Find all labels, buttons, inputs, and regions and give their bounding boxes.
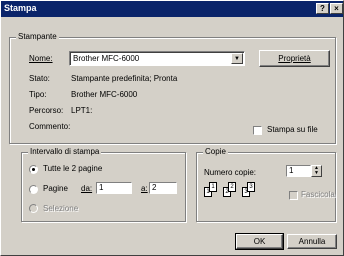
to-label: a:	[141, 184, 148, 193]
collate-label[interactable]: Fascicola	[301, 190, 335, 199]
path-value: LPT1:	[71, 106, 93, 115]
comment-label: Commento:	[29, 122, 71, 131]
printer-name-value: Brother MFC-6000	[73, 54, 140, 63]
selection-radio[interactable]	[29, 204, 38, 213]
page-range-label[interactable]: Pagine	[43, 184, 68, 193]
collate-checkbox[interactable]	[289, 191, 298, 200]
path-label: Percorso:	[29, 106, 64, 115]
print-to-file-label[interactable]: Stampa su file	[267, 125, 318, 134]
print-range-group-label: Intervallo di stampa	[28, 147, 102, 157]
copies-spinner[interactable]: ▲ ▼	[311, 165, 322, 177]
all-pages-label[interactable]: Tutte le 2 pagine	[43, 164, 102, 173]
printer-name-label: Nome:	[29, 54, 53, 63]
close-button[interactable]: ×	[330, 3, 343, 14]
from-label: da:	[81, 184, 93, 193]
page-range-radio[interactable]	[29, 185, 38, 194]
printer-name-select[interactable]: Brother MFC-6000 ▼	[69, 51, 245, 66]
copies-count-label: Numero copie:	[204, 168, 257, 177]
properties-button[interactable]: Proprietà	[259, 50, 330, 67]
cancel-button[interactable]: Annulla	[287, 234, 337, 249]
collate-page-icon: 1	[209, 182, 217, 192]
type-value: Brother MFC-6000	[71, 90, 138, 99]
collate-page-icon: 3	[247, 182, 255, 192]
selection-label[interactable]: Selezione	[43, 204, 78, 213]
status-value: Stampante predefinita; Pronta	[71, 74, 178, 83]
ok-button[interactable]: OK	[235, 233, 284, 250]
window-title: Stampa	[4, 3, 37, 13]
from-page-input[interactable]: 1	[96, 182, 132, 194]
to-page-input[interactable]: 2	[149, 182, 177, 194]
help-button[interactable]: ?	[316, 3, 329, 14]
all-pages-radio[interactable]	[29, 165, 38, 174]
properties-button-label: Proprietà	[278, 54, 311, 63]
status-label: Stato:	[29, 74, 50, 83]
dropdown-arrow-icon[interactable]: ▼	[231, 53, 243, 64]
copies-group: Copie	[196, 147, 336, 222]
print-to-file-checkbox[interactable]	[253, 126, 262, 135]
copies-count-input[interactable]: 1	[286, 165, 311, 177]
print-dialog: Stampa ? × Stampante Nome: Brother MFC-6…	[0, 0, 344, 256]
title-bar[interactable]: Stampa ? ×	[1, 1, 343, 17]
type-label: Tipo:	[29, 90, 47, 99]
collate-page-icon: 2	[228, 182, 236, 192]
copies-group-label: Copie	[203, 147, 228, 157]
printer-group-label: Stampante	[16, 32, 59, 42]
